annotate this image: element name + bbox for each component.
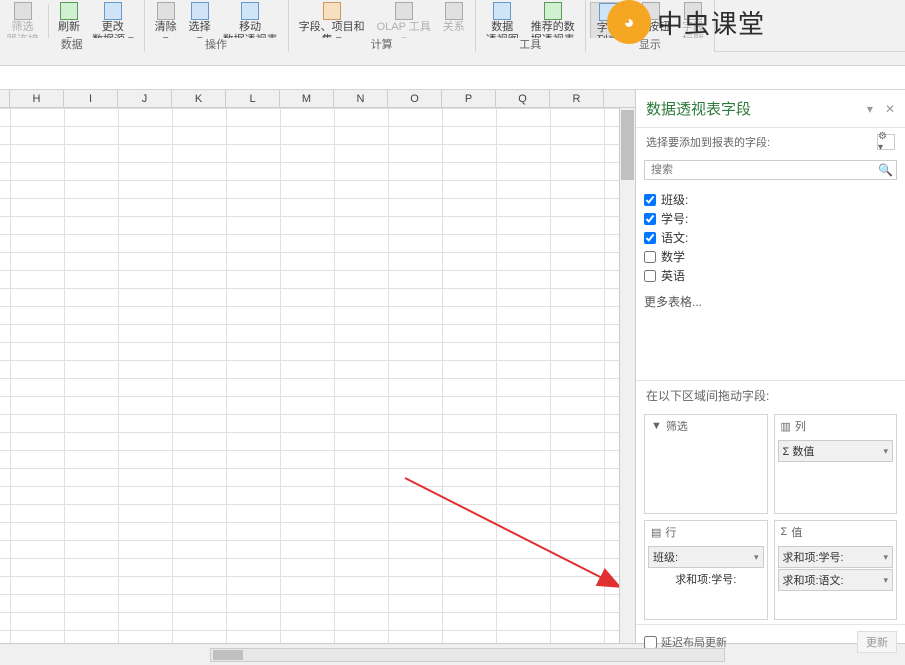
relations-icon	[445, 2, 463, 20]
vertical-scrollbar[interactable]	[619, 108, 635, 643]
area-columns[interactable]: ▥列 Σ 数值▾	[774, 414, 898, 514]
columns-icon: ▥	[781, 420, 791, 433]
search-input[interactable]	[644, 160, 897, 180]
column-headers: H I J K L M N O P Q R	[0, 90, 635, 108]
drag-ghost: 求和项:学号:	[647, 569, 765, 589]
gear-icon[interactable]: ⚙ ▾	[877, 134, 895, 150]
formula-bar[interactable]	[0, 66, 905, 90]
pane-menu-icon[interactable]: ▾	[867, 102, 873, 116]
field-item: 班级:	[644, 190, 897, 209]
chart-icon	[493, 2, 511, 20]
col-header[interactable]: R	[550, 90, 604, 107]
field-list: 班级: 学号: 语文: 数学 英语 更多表格...	[636, 184, 905, 320]
values-icon: Σ	[781, 526, 788, 538]
area-filter[interactable]: ▼筛选	[644, 414, 768, 514]
ribbon: 筛选 器连接 刷新 ▾ 更改 数据源 ▾ 数据 清除 ▾ 选择 ▾ 移动	[0, 0, 905, 52]
filter-icon	[14, 2, 32, 20]
ribbon-divider	[0, 52, 905, 66]
field-label[interactable]: 班级:	[661, 191, 688, 208]
pane-title: 数据透视表字段	[646, 98, 751, 119]
fields-icon	[323, 2, 341, 20]
spreadsheet[interactable]: H I J K L M N O P Q R	[0, 90, 635, 643]
watermark-text: 中虫课堂	[657, 4, 765, 41]
area-field[interactable]: 求和项:语文:▾	[778, 569, 894, 591]
area-field[interactable]: 班级:▾	[648, 546, 764, 568]
move-icon	[241, 2, 259, 20]
area-field[interactable]: 求和项:学号:▾	[778, 546, 894, 568]
field-item: 学号:	[644, 209, 897, 228]
field-label[interactable]: 英语	[661, 267, 685, 284]
col-header[interactable]: K	[172, 90, 226, 107]
ribbon-group-label-tool: 工具	[476, 38, 585, 52]
choose-fields-label: 选择要添加到报表的字段:	[646, 134, 770, 150]
field-label[interactable]: 学号:	[661, 210, 688, 227]
field-item: 数学	[644, 247, 897, 266]
ribbon-group-label-calc: 计算	[289, 38, 475, 52]
filter-icon: ▼	[651, 420, 662, 432]
field-checkbox[interactable]	[644, 251, 656, 263]
olap-icon	[395, 2, 413, 20]
drag-hint-label: 在以下区域间拖动字段:	[636, 380, 905, 410]
col-header[interactable]: N	[334, 90, 388, 107]
col-header[interactable]: H	[10, 90, 64, 107]
ribbon-relations[interactable]: 关系	[437, 2, 471, 34]
col-header[interactable]: O	[388, 90, 442, 107]
clear-icon	[157, 2, 175, 20]
scrollbar-thumb[interactable]	[213, 650, 243, 660]
scrollbar-thumb[interactable]	[621, 110, 634, 180]
col-header[interactable]: P	[442, 90, 496, 107]
field-item: 语文:	[644, 228, 897, 247]
select-icon	[191, 2, 209, 20]
field-checkbox[interactable]	[644, 232, 656, 244]
pivot-field-pane: 数据透视表字段 ▾ ✕ 选择要添加到报表的字段: ⚙ ▾ 🔍 班级: 学号:	[635, 90, 905, 643]
pane-close-icon[interactable]: ✕	[885, 102, 895, 116]
col-header[interactable]: Q	[496, 90, 550, 107]
field-label[interactable]: 数学	[661, 248, 685, 265]
area-values[interactable]: Σ值 求和项:学号:▾ 求和项:语文:▾	[774, 520, 898, 620]
rows-icon: ▤	[651, 526, 661, 539]
cell-grid[interactable]	[0, 108, 619, 643]
field-checkbox[interactable]	[644, 194, 656, 206]
update-button[interactable]: 更新	[857, 631, 897, 653]
field-label[interactable]: 语文:	[661, 229, 688, 246]
datasource-icon	[104, 2, 122, 20]
field-checkbox[interactable]	[644, 213, 656, 225]
field-item: 英语	[644, 266, 897, 285]
area-field[interactable]: Σ 数值▾	[778, 440, 894, 462]
recommend-icon	[544, 2, 562, 20]
more-tables-link[interactable]: 更多表格...	[644, 285, 897, 314]
search-icon[interactable]: 🔍	[878, 163, 893, 177]
ribbon-group-label-action: 操作	[145, 38, 288, 52]
area-rows[interactable]: ▤行 班级:▾ 求和项:学号:	[644, 520, 768, 620]
search-box[interactable]: 🔍	[644, 160, 897, 180]
col-header[interactable]: J	[118, 90, 172, 107]
layout-areas: ▼筛选 ▥列 Σ 数值▾ ▤行 班级:▾ 求和项:学号: Σ值 求和项:学号:▾	[636, 410, 905, 624]
col-header[interactable]: L	[226, 90, 280, 107]
ribbon-group-label-data: 数据	[0, 38, 144, 52]
refresh-icon	[60, 2, 78, 20]
field-checkbox[interactable]	[644, 270, 656, 282]
col-header[interactable]: M	[280, 90, 334, 107]
watermark-logo: ◕ 中虫课堂	[607, 0, 765, 44]
watermark-icon: ◕	[607, 0, 651, 44]
col-header[interactable]: I	[64, 90, 118, 107]
